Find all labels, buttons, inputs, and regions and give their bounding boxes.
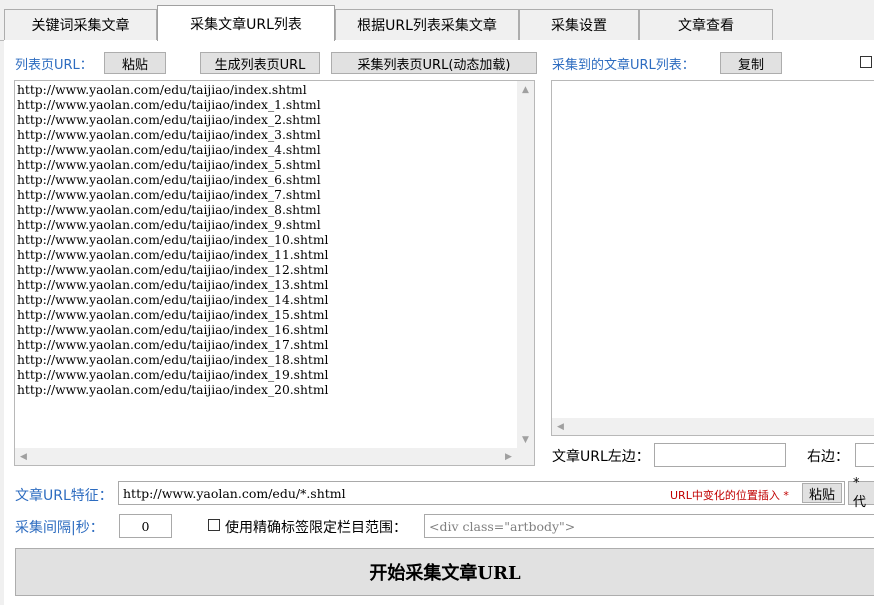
url-list-item: http://www.yaolan.com/edu/taijiao/index_… [17, 188, 321, 202]
tab-label: 采集文章URL列表 [190, 16, 302, 33]
article-url-right-label: 右边： [807, 449, 849, 465]
collect-interval-input[interactable]: 0 [119, 514, 172, 538]
paste-feature-button[interactable]: 粘贴 [802, 483, 842, 503]
collected-url-textarea[interactable]: ◀ [551, 80, 874, 436]
url-list-item: http://www.yaolan.com/edu/taijiao/index_… [17, 143, 321, 157]
url-list-item: http://www.yaolan.com/edu/taijiao/index_… [17, 323, 329, 337]
horizontal-scrollbar[interactable]: ◀ [552, 418, 874, 435]
insert-wildcard-button[interactable]: * 代 [848, 476, 874, 510]
tab-label: 采集设置 [551, 18, 607, 34]
collect-list-url-dynamic-button[interactable]: 采集列表页URL(动态加载) [331, 52, 537, 74]
option-checkbox[interactable] [860, 56, 872, 68]
feature-value: http://www.yaolan.com/edu/*.shtml [123, 485, 346, 501]
precise-tag-label: 使用精确标签限定栏目范围： [225, 520, 407, 536]
tab-collect-by-url-list[interactable]: 根据URL列表采集文章 [335, 9, 519, 40]
url-list-item: http://www.yaolan.com/edu/taijiao/index_… [17, 293, 329, 307]
url-list-item: http://www.yaolan.com/edu/taijiao/index_… [17, 98, 321, 112]
tab-collect-url-list[interactable]: 采集文章URL列表 [157, 5, 335, 41]
url-list-item: http://www.yaolan.com/edu/taijiao/index_… [17, 173, 321, 187]
url-list-item: http://www.yaolan.com/edu/taijiao/index.… [17, 83, 307, 97]
scroll-left-icon[interactable]: ◀ [552, 418, 569, 435]
generate-list-url-button[interactable]: 生成列表页URL [200, 52, 320, 74]
url-list-item: http://www.yaolan.com/edu/taijiao/index_… [17, 233, 329, 247]
url-list-item: http://www.yaolan.com/edu/taijiao/index_… [17, 353, 329, 367]
vertical-scrollbar[interactable]: ▲ ▼ [517, 81, 534, 448]
tab-label: 根据URL列表采集文章 [357, 18, 497, 34]
horizontal-scrollbar[interactable]: ◀ ▶ [15, 448, 517, 465]
article-url-left-input[interactable] [654, 443, 786, 467]
url-list-item: http://www.yaolan.com/edu/taijiao/index_… [17, 338, 329, 352]
collect-interval-label: 采集间隔|秒： [15, 520, 104, 536]
precise-tag-checkbox[interactable] [208, 519, 220, 531]
url-list-item: http://www.yaolan.com/edu/taijiao/index_… [17, 278, 329, 292]
url-list-item: http://www.yaolan.com/edu/taijiao/index_… [17, 368, 329, 382]
url-list-item: http://www.yaolan.com/edu/taijiao/index_… [17, 203, 321, 217]
article-url-right-input[interactable] [855, 443, 874, 467]
list-page-url-label: 列表页URL： [15, 58, 93, 73]
tab-article-view[interactable]: 文章查看 [639, 9, 773, 40]
scroll-right-icon[interactable]: ▶ [500, 448, 517, 465]
feature-hint: URL中变化的位置插入 * [670, 489, 789, 502]
tab-settings[interactable]: 采集设置 [519, 9, 639, 40]
scrollbar-corner [517, 448, 534, 465]
url-list-item: http://www.yaolan.com/edu/taijiao/index_… [17, 263, 329, 277]
precise-tag-input[interactable]: <div class="artbody"> [424, 514, 874, 538]
tab-label: 文章查看 [678, 18, 734, 34]
scroll-down-icon[interactable]: ▼ [517, 431, 534, 448]
start-collect-url-button[interactable]: 开始采集文章URL [15, 548, 874, 596]
list-url-textarea[interactable]: http://www.yaolan.com/edu/taijiao/index.… [14, 80, 535, 466]
url-list-item: http://www.yaolan.com/edu/taijiao/index_… [17, 218, 321, 232]
url-list-item: http://www.yaolan.com/edu/taijiao/index_… [17, 113, 321, 127]
copy-collected-urls-button[interactable]: 复制 [720, 52, 782, 74]
url-list-item: http://www.yaolan.com/edu/taijiao/index_… [17, 128, 321, 142]
url-list-item: http://www.yaolan.com/edu/taijiao/index_… [17, 158, 321, 172]
url-list-item: http://www.yaolan.com/edu/taijiao/index_… [17, 383, 329, 397]
scroll-left-icon[interactable]: ◀ [15, 448, 32, 465]
url-list-item: http://www.yaolan.com/edu/taijiao/index_… [17, 308, 329, 322]
tab-keyword-collect[interactable]: 关键词采集文章 [4, 9, 157, 40]
url-list-item: http://www.yaolan.com/edu/taijiao/index_… [17, 248, 329, 262]
url-list: http://www.yaolan.com/edu/taijiao/index.… [17, 83, 328, 398]
paste-list-url-button[interactable]: 粘贴 [104, 52, 166, 74]
article-url-feature-label: 文章URL特征： [15, 488, 113, 504]
tab-label: 关键词采集文章 [31, 18, 130, 34]
scroll-up-icon[interactable]: ▲ [517, 81, 534, 98]
collected-url-list-label: 采集到的文章URL列表： [552, 58, 695, 73]
article-url-left-label: 文章URL左边： [552, 449, 650, 465]
